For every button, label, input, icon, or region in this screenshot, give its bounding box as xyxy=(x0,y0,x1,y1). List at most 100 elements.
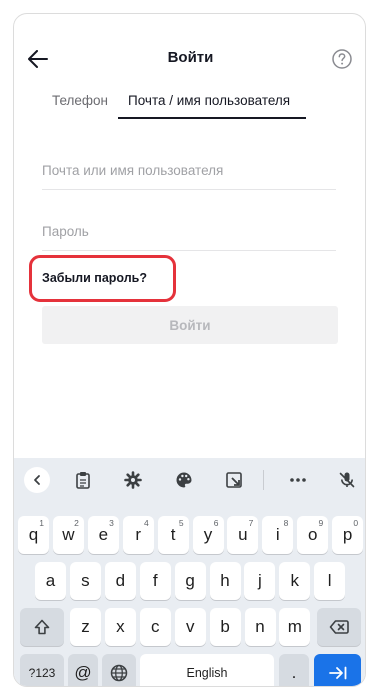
arrow-right-bar-icon xyxy=(328,666,346,680)
login-button[interactable]: Войти xyxy=(42,306,338,344)
key-hint: 2 xyxy=(74,518,79,528)
voice-input-button[interactable] xyxy=(334,467,360,493)
key-s[interactable]: s xyxy=(69,562,101,600)
key-j-label: j xyxy=(258,571,262,590)
key-w[interactable]: w2 xyxy=(52,516,84,554)
key-hint: 0 xyxy=(353,518,359,528)
help-button[interactable] xyxy=(331,48,353,70)
theme-button[interactable] xyxy=(171,467,197,493)
key-f-label: f xyxy=(152,571,158,590)
header: Войти xyxy=(14,42,365,76)
key-i[interactable]: i8 xyxy=(262,516,294,554)
help-icon xyxy=(332,49,352,69)
key-r[interactable]: r4 xyxy=(122,516,154,554)
key-d[interactable]: d xyxy=(104,562,136,600)
enter-key[interactable] xyxy=(314,654,361,686)
key-l[interactable]: l xyxy=(314,562,346,600)
key-d-label: d xyxy=(115,571,126,590)
key-e[interactable]: e3 xyxy=(87,516,119,554)
password-field xyxy=(42,213,336,251)
key-w-label: w xyxy=(62,525,75,544)
key-u[interactable]: u7 xyxy=(227,516,259,554)
key-v[interactable]: v xyxy=(174,608,206,646)
key-y[interactable]: y6 xyxy=(192,516,224,554)
key-b[interactable]: b xyxy=(209,608,241,646)
login-method-tabs: Телефон Почта / имя пользователя xyxy=(14,89,365,119)
settings-button[interactable] xyxy=(120,467,146,493)
key-b-label: b xyxy=(220,617,230,636)
backspace-icon xyxy=(329,620,349,634)
key-g[interactable]: g xyxy=(174,562,206,600)
key-p[interactable]: p0 xyxy=(332,516,364,554)
key-m-label: m xyxy=(287,617,302,636)
key-hint: 4 xyxy=(143,518,149,528)
key-hint: 9 xyxy=(318,518,324,528)
key-m[interactable]: m xyxy=(279,608,311,646)
key-x[interactable]: x xyxy=(104,608,136,646)
shift-icon xyxy=(34,619,50,635)
key-l-label: l xyxy=(327,571,332,590)
key-h-label: h xyxy=(220,571,230,590)
chevron-left-icon xyxy=(34,475,40,485)
key-n[interactable]: n xyxy=(244,608,276,646)
globe-icon xyxy=(110,664,128,682)
key-j[interactable]: j xyxy=(244,562,276,600)
key-hint: 3 xyxy=(109,518,114,528)
gear-icon xyxy=(124,471,142,489)
page-title: Войти xyxy=(167,49,214,66)
key-y-label: y xyxy=(203,525,213,544)
key-n-label: n xyxy=(255,617,265,636)
key-s-label: s xyxy=(81,571,90,590)
key-a[interactable]: a xyxy=(35,562,66,600)
key-c-label: c xyxy=(151,617,160,636)
key-h[interactable]: h xyxy=(209,562,241,600)
key-i-label: i xyxy=(275,525,280,544)
key-x-label: x xyxy=(116,617,125,636)
space-key[interactable]: English xyxy=(140,654,274,686)
key-t[interactable]: t5 xyxy=(157,516,189,554)
clipboard-button[interactable] xyxy=(70,467,96,493)
key-z-label: z xyxy=(81,617,90,636)
key-p-label: p xyxy=(342,525,353,544)
email-field xyxy=(42,152,336,190)
more-button[interactable] xyxy=(285,467,311,493)
key-hint: 8 xyxy=(283,518,289,528)
key-hint: 1 xyxy=(39,518,44,528)
shift-key[interactable] xyxy=(20,608,64,646)
palette-icon xyxy=(176,472,192,488)
key-g-label: g xyxy=(185,571,195,590)
phone-screen: Войти Телефон Почта / имя пользователя З… xyxy=(13,13,366,687)
password-input[interactable] xyxy=(42,213,336,250)
forgot-password-link[interactable]: Забыли пароль? xyxy=(42,271,147,285)
email-input[interactable] xyxy=(42,152,336,189)
key-c[interactable]: c xyxy=(139,608,171,646)
at-key[interactable]: @ xyxy=(68,654,98,686)
resize-button[interactable] xyxy=(221,467,247,493)
key-hint: 6 xyxy=(213,518,219,528)
keyboard-toolbar xyxy=(14,458,365,502)
resize-icon xyxy=(226,472,242,488)
key-u-label: u xyxy=(238,525,248,544)
active-tab-indicator xyxy=(118,117,306,119)
key-f[interactable]: f xyxy=(139,562,171,600)
mic-off-icon xyxy=(339,472,355,488)
more-icon xyxy=(290,478,306,482)
key-hint: 7 xyxy=(248,518,254,528)
key-a-label: a xyxy=(45,571,56,590)
key-z[interactable]: z xyxy=(70,608,101,646)
key-v-label: v xyxy=(185,617,195,636)
key-hint: 5 xyxy=(178,518,184,528)
clipboard-icon xyxy=(76,472,90,489)
language-key[interactable] xyxy=(102,654,136,686)
key-o[interactable]: o9 xyxy=(297,516,329,554)
collapse-button[interactable] xyxy=(24,467,50,493)
key-k[interactable]: k xyxy=(279,562,311,600)
key-e-label: e xyxy=(98,525,109,544)
backspace-key[interactable] xyxy=(317,608,361,646)
tab-phone[interactable]: Телефон xyxy=(52,93,108,108)
toolbar-divider xyxy=(263,470,264,490)
key-q[interactable]: q1 xyxy=(18,516,49,554)
period-key[interactable]: . xyxy=(279,654,309,686)
tab-email-username[interactable]: Почта / имя пользователя xyxy=(128,93,290,108)
symbols-key[interactable]: ?123 xyxy=(20,654,64,686)
